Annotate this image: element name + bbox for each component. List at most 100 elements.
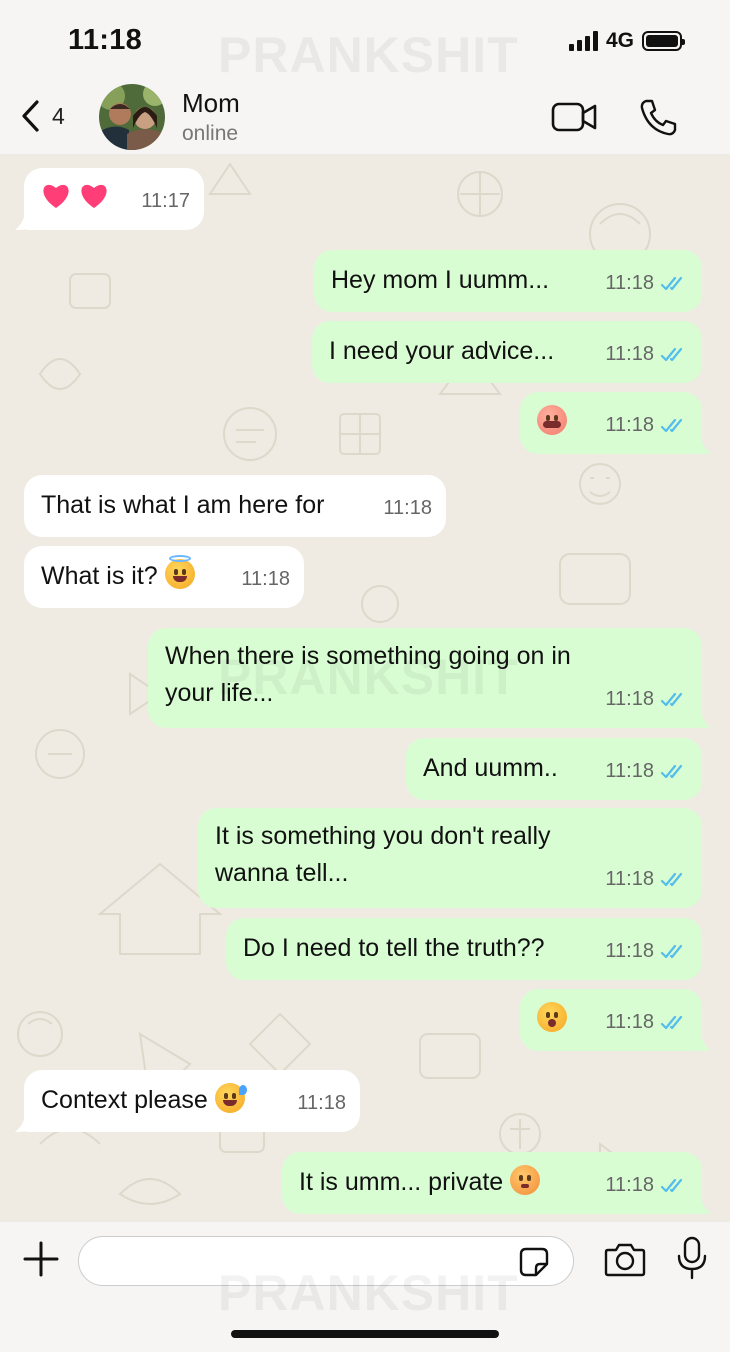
bubble-tail — [15, 210, 35, 230]
camera-icon — [604, 1243, 646, 1277]
read-receipt-icon — [660, 1178, 683, 1192]
bubble-tail — [691, 1031, 711, 1051]
message-text: What is it? — [41, 562, 158, 590]
message-time: 11:18 — [605, 414, 654, 436]
voice-call-button[interactable] — [636, 95, 680, 139]
read-receipt-icon — [660, 872, 683, 886]
message-time: 11:18 — [383, 497, 432, 519]
incoming-message[interactable]: What is it? 11:18 — [24, 546, 304, 608]
message-meta: 11:18 — [605, 753, 688, 790]
message-time: 11:18 — [605, 940, 654, 962]
message-meta: 11:18 — [605, 933, 688, 970]
message-time: 11:18 — [605, 272, 654, 294]
incoming-message[interactable]: Context please 11:18 — [15, 1070, 360, 1132]
incoming-message[interactable]: That is what I am here for 11:18 — [24, 475, 446, 537]
outgoing-message[interactable]: Hey mom I uumm... 11:18 — [314, 250, 702, 312]
chat-area[interactable]: PRANKSHIT 11:17Hey mom I uumm...11:18I n… — [0, 154, 730, 1222]
message-meta: 11:18 — [297, 1085, 346, 1122]
attach-button[interactable] — [22, 1240, 60, 1278]
sticker-button[interactable] — [518, 1246, 550, 1278]
bubble-tail — [15, 1112, 35, 1132]
bubble-tail — [691, 1194, 711, 1214]
chevron-left-icon — [22, 100, 39, 132]
network-type: 4G — [605, 29, 634, 52]
bubble-tail — [691, 434, 711, 454]
read-receipt-icon — [660, 944, 683, 958]
grimacing-face-emoji — [537, 405, 567, 435]
message-text: I need your advice... — [329, 337, 555, 365]
video-call-button[interactable] — [550, 99, 600, 135]
read-receipt-icon — [660, 347, 683, 361]
contact-avatar[interactable] — [99, 84, 165, 150]
chat-header: 4 Mom online — [0, 80, 730, 154]
message-time: 11:18 — [605, 868, 654, 890]
video-call-icon — [551, 102, 597, 132]
message-text: It is something you don't really wanna t… — [215, 822, 551, 887]
message-time: 11:18 — [605, 688, 654, 710]
battery-icon — [642, 31, 685, 51]
read-receipt-icon — [660, 418, 683, 432]
two-hearts-emoji — [41, 182, 109, 210]
message-meta: 11:18 — [383, 490, 432, 527]
message-time: 11:18 — [605, 343, 654, 365]
unread-count: 4 — [52, 102, 65, 129]
signal-icon — [568, 31, 598, 51]
message-text: When there is something going on in your… — [165, 642, 571, 707]
message-time: 11:18 — [605, 1011, 654, 1033]
message-meta: 11:18 — [605, 336, 688, 373]
read-receipt-icon — [660, 692, 683, 706]
message-time: 11:18 — [241, 568, 290, 590]
message-meta: 11:18 — [605, 1167, 688, 1204]
grinning-face-with-sweat-emoji — [214, 1083, 247, 1113]
message-text: That is what I am here for — [41, 491, 325, 519]
message-meta: 11:18 — [605, 265, 688, 302]
outgoing-message[interactable]: 11:18 — [520, 989, 711, 1051]
message-meta: 11:18 — [605, 1004, 688, 1041]
home-indicator — [231, 1330, 499, 1338]
phone-icon — [640, 99, 677, 136]
outgoing-message[interactable]: Do I need to tell the truth?? 11:18 — [226, 918, 702, 980]
message-time: 11:17 — [141, 190, 190, 212]
outgoing-message[interactable]: I need your advice... 11:18 — [312, 321, 702, 383]
contact-name[interactable]: Mom — [182, 88, 240, 119]
outgoing-message[interactable]: And uumm.. 11:18 — [406, 738, 702, 800]
message-meta: 11:17 — [141, 183, 190, 220]
message-meta: 11:18 — [605, 861, 688, 898]
message-input[interactable] — [78, 1236, 574, 1286]
camera-button[interactable] — [604, 1240, 646, 1278]
back-button[interactable]: 4 — [20, 94, 90, 138]
read-receipt-icon — [660, 1015, 683, 1029]
microphone-button[interactable] — [676, 1236, 708, 1280]
message-text: And uumm.. — [423, 754, 558, 782]
outgoing-message[interactable]: 11:18 — [520, 392, 711, 454]
smiling-face-with-halo-emoji — [164, 555, 195, 589]
message-meta: 11:18 — [605, 407, 688, 444]
message-time: 11:18 — [605, 760, 654, 782]
plus-icon — [23, 1241, 59, 1277]
read-receipt-icon — [660, 764, 683, 778]
bubble-tail — [691, 708, 711, 728]
status-bar: 11:18 4G — [0, 0, 730, 80]
heart-icon — [81, 184, 107, 208]
message-meta: 11:18 — [605, 681, 688, 718]
status-icons: 4G — [568, 29, 685, 53]
message-text: Do I need to tell the truth?? — [243, 934, 545, 962]
face-holding-back-tears-emoji — [537, 1002, 567, 1032]
message-meta: 11:18 — [241, 561, 290, 598]
message-time: 11:18 — [297, 1092, 346, 1114]
message-text: Hey mom I uumm... — [331, 266, 550, 294]
status-time: 11:18 — [68, 24, 143, 56]
heart-icon — [43, 184, 69, 208]
composer-bar: PRANKSHIT — [0, 1222, 730, 1352]
outgoing-message[interactable]: When there is something going on in your… — [148, 628, 711, 728]
incoming-message[interactable]: 11:17 — [15, 168, 204, 230]
outgoing-message[interactable]: It is umm... private 11:18 — [282, 1152, 711, 1214]
contact-status: online — [182, 122, 239, 145]
flushed-face-emoji — [510, 1165, 541, 1195]
outgoing-message[interactable]: It is something you don't really wanna t… — [198, 808, 702, 908]
sticker-icon — [519, 1247, 549, 1277]
message-text: It is umm... private — [299, 1168, 504, 1196]
message-text: Context please — [41, 1086, 208, 1114]
message-time: 11:18 — [605, 1174, 654, 1196]
read-receipt-icon — [660, 276, 683, 290]
